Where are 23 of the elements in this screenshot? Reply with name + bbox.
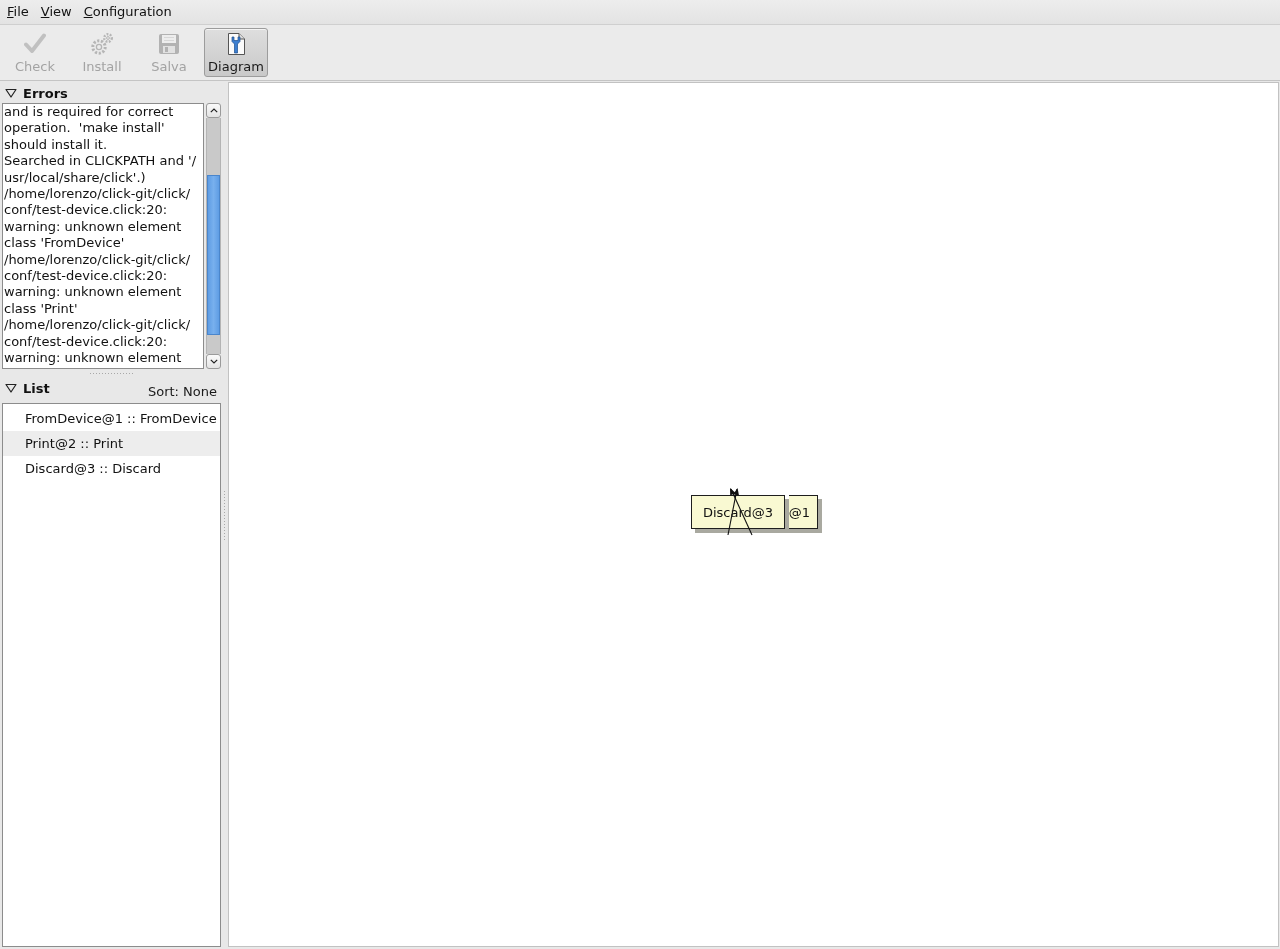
caret-up-icon — [209, 108, 218, 113]
menu-item[interactable]: File — [1, 2, 35, 22]
panel-title[interactable]: Errors — [23, 85, 68, 101]
error-log-text: and is required for correct operation. 'make install' should install it. Searched in CLICKPATH and '/ usr/local/share/click'.) /home/lorenzo/click-git/click/ conf/test-device.click:20: warning: unknown element class 'FromDevice' /home/lorenzo/click-git/click/ conf/test-device.click:20: warning: unknown element class 'Print' /home/lorenzo/click-git/click/ conf/test-device.click:20: warning: unknown element — [2, 103, 204, 369]
menu-item[interactable]: View — [34, 2, 78, 22]
panel-title[interactable]: List — [23, 380, 50, 396]
vertical-scrollbar[interactable] — [206, 103, 221, 369]
caret-down-icon — [209, 359, 218, 364]
list-item[interactable]: Print@2 :: Print — [3, 431, 220, 456]
sort-label[interactable]: Sort: None — [147, 383, 217, 399]
list-item[interactable]: FromDevice@1 :: FromDevice — [3, 406, 220, 431]
scrollbar-thumb[interactable] — [207, 175, 220, 335]
toolbar-button[interactable]: Diagram — [204, 28, 268, 77]
menu-item[interactable]: Configuration — [77, 2, 178, 22]
expander-arrow-icon[interactable] — [5, 382, 17, 394]
expander-arrow-icon[interactable] — [5, 87, 17, 99]
resize-grip[interactable] — [89, 372, 135, 376]
resize-grip[interactable] — [223, 490, 227, 540]
scroll-up-button[interactable] — [206, 103, 221, 118]
checkmark-icon — [23, 31, 47, 56]
gears-icon — [90, 31, 114, 56]
list-item[interactable]: Discard@3 :: Discard — [3, 456, 220, 481]
scroll-down-button[interactable] — [206, 354, 221, 369]
